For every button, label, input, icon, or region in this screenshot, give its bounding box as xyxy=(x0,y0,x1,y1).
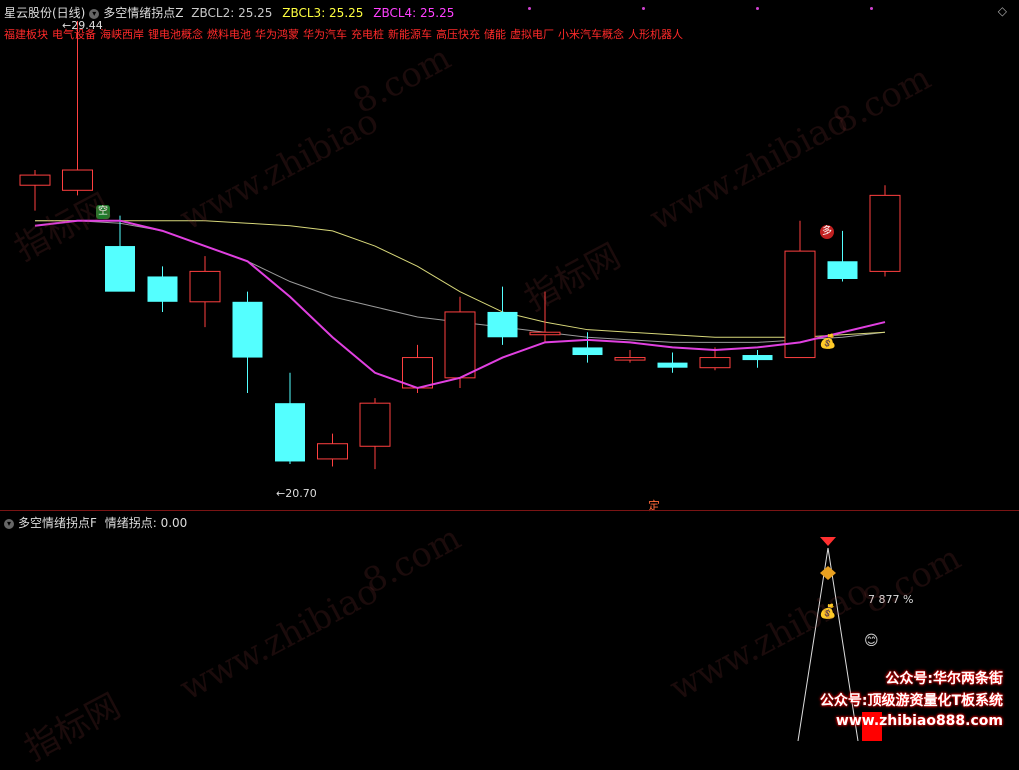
promo-line-3: www.zhibiao888.com xyxy=(835,713,1003,729)
promo-line-1: 公众号:华尔两条街 xyxy=(885,671,1003,687)
promo-line-2: 公众号:顶级游资量化T板系统 xyxy=(819,693,1003,709)
sub-line-left xyxy=(797,547,829,741)
sub-chart[interactable] xyxy=(0,0,1019,741)
smile-icon: 😊 xyxy=(864,633,879,649)
red-diamond-icon xyxy=(820,537,836,546)
gold-diamond-icon xyxy=(820,566,836,580)
percent-label: 7 877 % xyxy=(868,593,914,606)
moneybag-icon: 💰 xyxy=(819,604,837,620)
